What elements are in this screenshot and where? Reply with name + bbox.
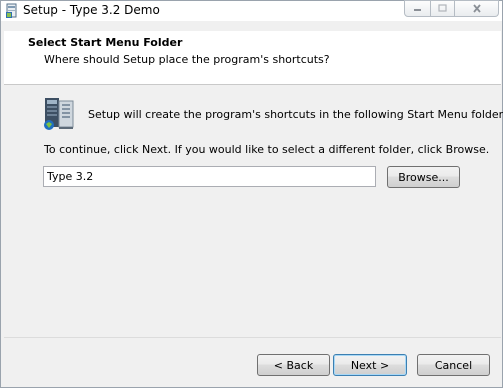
wizard-header: Select Start Menu Folder Where should Se… xyxy=(4,31,501,85)
installer-icon xyxy=(5,3,21,19)
back-button[interactable]: < Back xyxy=(257,354,330,376)
footer-divider xyxy=(4,337,501,338)
minimize-button[interactable] xyxy=(404,0,431,17)
close-icon xyxy=(472,4,482,13)
instructions-text: To continue, click Next. If you would li… xyxy=(44,143,490,156)
maximize-icon xyxy=(438,4,447,13)
caption-buttons xyxy=(404,0,499,17)
page-subtitle: Where should Setup place the program's s… xyxy=(44,53,330,66)
browse-button[interactable]: Browse... xyxy=(387,166,460,188)
minimize-icon xyxy=(413,4,422,13)
start-menu-folder-input[interactable] xyxy=(43,166,376,187)
setup-window: Setup - Type 3.2 Demo Select Start Menu … xyxy=(0,0,503,388)
page-title: Select Start Menu Folder xyxy=(28,36,183,49)
cancel-button[interactable]: Cancel xyxy=(417,354,490,376)
maximize-button[interactable] xyxy=(431,0,455,17)
title-bar[interactable]: Setup - Type 3.2 Demo xyxy=(1,0,502,21)
window-title: Setup - Type 3.2 Demo xyxy=(23,3,160,17)
intro-text: Setup will create the program's shortcut… xyxy=(88,108,503,121)
start-menu-folder-icon xyxy=(43,97,77,131)
close-button[interactable] xyxy=(455,0,499,17)
next-button[interactable]: Next > xyxy=(333,354,407,376)
